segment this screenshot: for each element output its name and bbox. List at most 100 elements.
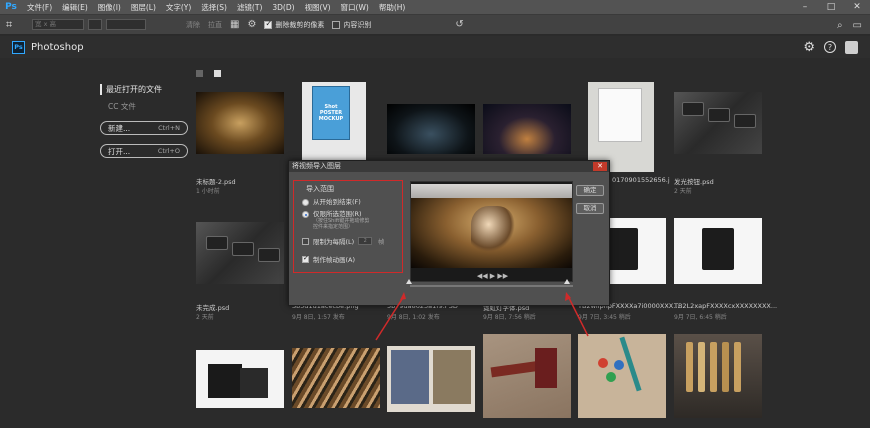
new-button[interactable]: 新建... Ctrl+N (100, 121, 188, 135)
recent-thumbnail[interactable] (196, 222, 284, 284)
thumbnail-date: 9月 7日, 6:45 稍后 (674, 314, 727, 321)
recent-thumbnail[interactable] (292, 348, 380, 408)
import-video-dialog: 将视频导入图层 ✕ 导入范围 从开始到结束(F) 仅限所选范围(R) （按住Sh… (288, 160, 610, 306)
radio-all-label: 从开始到结束(F) (313, 198, 361, 206)
make-animation-row[interactable]: 制作帧动画(A) (302, 254, 402, 264)
cancel-button[interactable]: 取消 (576, 203, 604, 214)
frame-interval-field[interactable]: 2 (358, 237, 373, 245)
overlay-grid-icon[interactable]: ▦ (230, 19, 239, 30)
settings-gear-icon[interactable]: ⚙ (247, 19, 256, 30)
recent-thumbnail[interactable] (674, 92, 762, 154)
maximize-button[interactable]: □ (818, 0, 844, 15)
menu-view[interactable]: 视图(V) (300, 2, 336, 13)
help-icon[interactable]: ? (824, 41, 836, 53)
close-window-button[interactable]: ✕ (844, 0, 870, 15)
start-panel: 最近打开的文件 CC 文件 新建... Ctrl+N 打开... Ctrl+O (100, 84, 192, 158)
recent-thumbnail[interactable]: Shot POSTER MOCKUP (302, 82, 366, 160)
thumbnail-date: 9月 8日, 1:02 发布 (387, 314, 440, 321)
make-animation-checkbox[interactable] (302, 254, 309, 263)
recent-thumbnail[interactable] (483, 104, 571, 154)
radio-note-line2: 控件来指定范围） (313, 224, 354, 230)
wallet-shape (702, 228, 734, 270)
craft-item (606, 372, 616, 382)
crop-tool-icon[interactable]: ⌗ (6, 18, 28, 32)
menu-file[interactable]: 文件(F) (22, 2, 57, 13)
options-bar: ⌗ 宽 x 高 清除 拉直 ▦ ⚙ 删除裁剪的像素 内容识别 ↺ ⌕ ▭ (0, 15, 870, 35)
ratio-field[interactable]: 宽 x 高 (32, 19, 84, 30)
recent-thumbnail[interactable] (483, 334, 571, 418)
delete-cropped-checkbox[interactable] (264, 19, 273, 29)
radio-selected-row[interactable]: 仅限所选范围(R) (302, 210, 402, 218)
recent-thumbnail[interactable] (674, 218, 762, 284)
playback-controls[interactable]: ◀◀ ▶ ▶▶ (411, 270, 572, 281)
thumbnail-date: 2 天前 (196, 314, 214, 321)
menu-select[interactable]: 选择(S) (196, 2, 232, 13)
minimize-button[interactable]: – (792, 0, 818, 15)
menu-3d[interactable]: 3D(D) (267, 3, 299, 12)
menu-filter[interactable]: 滤镜(T) (232, 2, 267, 13)
radio-all-row[interactable]: 从开始到结束(F) (302, 198, 402, 206)
dialog-title-bar[interactable]: 将视频导入图层 ✕ (289, 161, 609, 172)
ok-button[interactable]: 确定 (576, 185, 604, 196)
recent-thumbnail[interactable] (196, 350, 284, 408)
recent-thumbnail[interactable] (387, 104, 475, 154)
content-aware-checkbox[interactable] (332, 20, 341, 29)
recent-thumbnail[interactable] (387, 346, 475, 412)
menu-help[interactable]: 帮助(H) (374, 2, 411, 13)
recent-thumbnail[interactable] (196, 92, 284, 154)
recent-thumbnail[interactable] (588, 82, 654, 172)
workspace-title: Photoshop (31, 41, 84, 53)
key-shape (206, 236, 228, 250)
preview-light-band (411, 184, 572, 198)
preview-frame (411, 184, 572, 268)
reset-icon[interactable]: ↺ (455, 19, 463, 30)
recent-thumbnail[interactable] (578, 334, 666, 418)
radio-selected[interactable] (302, 211, 309, 218)
new-button-shortcut: Ctrl+N (158, 124, 180, 132)
radio-all[interactable] (302, 199, 309, 206)
trim-start-handle[interactable] (406, 279, 412, 284)
wallet-shape (240, 368, 268, 398)
menu-layer[interactable]: 图层(L) (126, 2, 161, 13)
thumbnail-name: TB2L2xapFXXXXcxXXXXXXXX... (674, 302, 778, 310)
radio-selected-label: 仅限所选范围(R) (313, 210, 362, 218)
clear-button[interactable]: 清除 (186, 20, 200, 30)
poster-line-3: MOCKUP (318, 116, 344, 122)
thumbnail-name: 未完成.psd (196, 304, 230, 312)
avatar[interactable] (845, 40, 858, 54)
trim-slider-track[interactable] (410, 285, 573, 287)
menu-edit[interactable]: 编辑(E) (57, 2, 93, 13)
key-shape (258, 248, 280, 262)
limit-every-checkbox[interactable] (302, 237, 309, 245)
list-view-icon[interactable] (196, 70, 203, 77)
menu-image[interactable]: 图像(I) (93, 2, 126, 13)
dialog-close-button[interactable]: ✕ (593, 162, 607, 171)
dialog-title: 将视频导入图层 (292, 162, 341, 170)
key-shape (682, 102, 704, 116)
straighten-button[interactable]: 拉直 (208, 20, 222, 30)
options-right: ⌕ ▭ (837, 15, 862, 35)
limit-every-row[interactable]: 限制为每隔(L) 2 帧 (302, 236, 402, 246)
search-icon[interactable]: ⌕ (837, 20, 843, 31)
swap-icon[interactable] (88, 19, 102, 30)
window-controls: – □ ✕ (792, 0, 870, 15)
gear-icon[interactable]: ⚙ (803, 40, 815, 55)
jar-item (710, 342, 717, 392)
photoshop-workspace-logo: Ps (12, 40, 25, 54)
workspace-icon[interactable]: ▭ (853, 20, 862, 31)
recent-thumbnail[interactable] (674, 334, 762, 418)
height-field[interactable] (106, 19, 146, 30)
photo-panel (433, 350, 471, 404)
wallet-shape (606, 228, 638, 270)
cc-files-link[interactable]: CC 文件 (108, 101, 192, 112)
recent-files-title[interactable]: 最近打开的文件 (100, 84, 192, 95)
open-button[interactable]: 打开... Ctrl+O (100, 144, 188, 158)
jar-item (734, 342, 741, 392)
leather-item (535, 348, 557, 388)
thumbnail-date: 1 小时前 (196, 188, 220, 195)
menu-type[interactable]: 文字(Y) (161, 2, 196, 13)
grid-view-icon[interactable] (214, 70, 221, 77)
menu-window[interactable]: 窗口(W) (336, 2, 374, 13)
poster-text: Shot POSTER MOCKUP (314, 104, 348, 122)
trim-end-handle[interactable] (564, 279, 570, 284)
